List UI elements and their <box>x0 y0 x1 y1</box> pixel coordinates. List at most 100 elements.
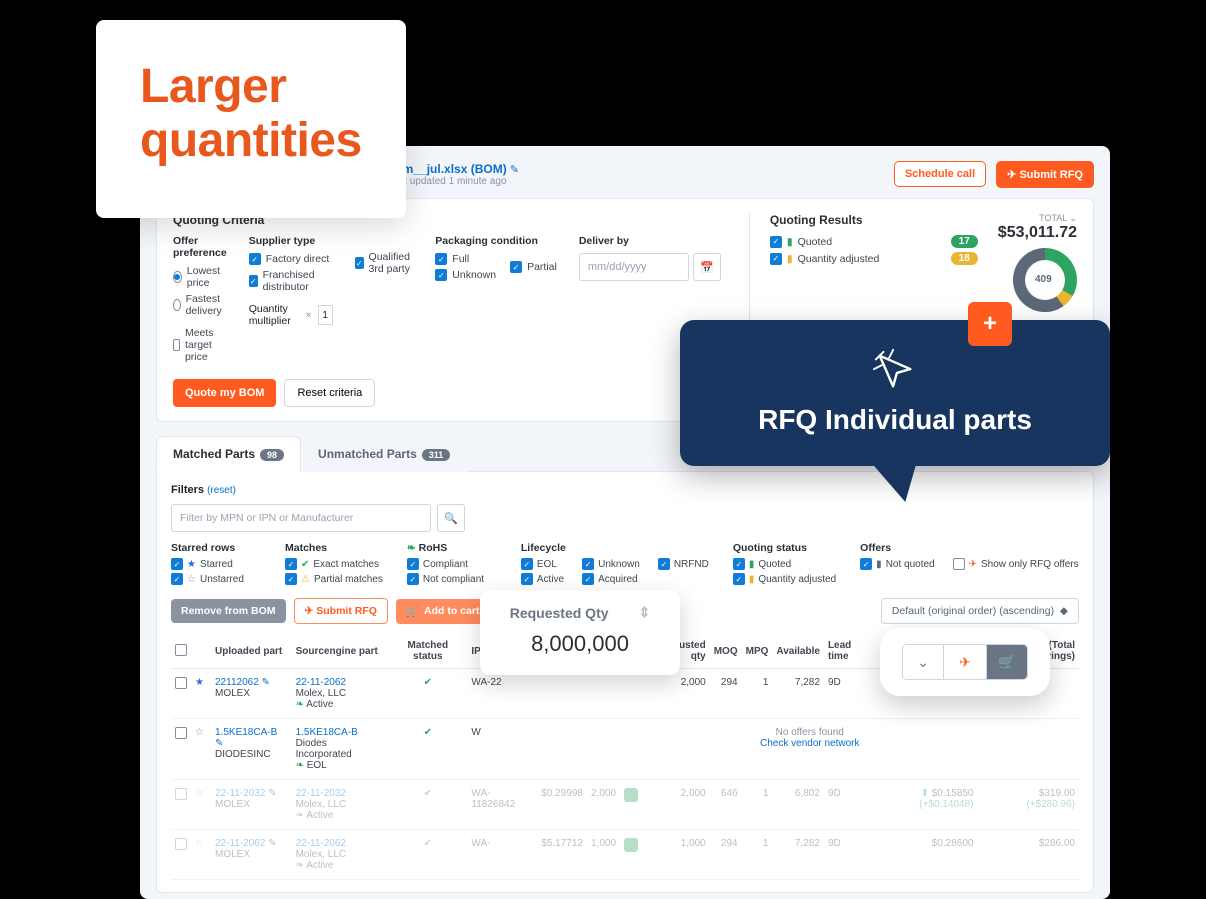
filter-compliant[interactable]: ✓Compliant <box>407 558 497 570</box>
meets-target-checkbox[interactable]: Meets target price <box>173 327 227 363</box>
result-quoted[interactable]: ✓▮Quoted17 <box>770 235 978 248</box>
file-subtext: Last updated 1 minute ago <box>388 176 519 187</box>
table-row: ☆ 22-11-2032 ✎MOLEX 22-11-2032Molex, LLC… <box>171 780 1079 830</box>
col-moq[interactable]: MOQ <box>710 634 742 669</box>
no-offers-text: No offers found <box>776 727 844 738</box>
qty-multiplier: Quantity multiplier× 1 <box>249 303 333 327</box>
submit-rfq-button[interactable]: ✈ Submit RFQ <box>996 161 1094 188</box>
sort-icon[interactable]: ⇕ <box>639 604 651 621</box>
file-info: bom__jul.xlsx (BOM) ✎ Last updated 1 min… <box>388 162 519 187</box>
row-checkbox[interactable] <box>175 677 187 689</box>
app-window: Q Quotengine Results bom__jul.xlsx (BOM)… <box>140 146 1110 899</box>
filters-reset-link[interactable]: (reset) <box>207 485 236 496</box>
rfq-send-icon[interactable]: ✈ <box>944 644 986 680</box>
result-qty-adj[interactable]: ✓▮Quantity adjusted18 <box>770 252 978 265</box>
row-action-pill: ⌄ ✈ 🛒 <box>880 628 1050 696</box>
star-icon[interactable]: ★ <box>195 677 204 688</box>
deliver-by-label: Deliver by <box>579 235 721 247</box>
facet-starred-label: Starred rows <box>171 542 261 554</box>
col-uploaded[interactable]: Uploaded part <box>211 634 292 669</box>
plus-icon: + <box>968 302 1012 346</box>
supplier-type-label: Supplier type <box>249 235 333 247</box>
packaging-label: Packaging condition <box>435 235 557 247</box>
facet-row: Starred rows ✓★Starred ✓☆Unstarred Match… <box>171 542 1079 588</box>
reqqty-value: 8,000,000 <box>500 631 660 657</box>
filter-qtyadj[interactable]: ✓▮Quantity adjusted <box>733 573 836 585</box>
tab-unmatched[interactable]: Unmatched Parts311 <box>301 436 467 472</box>
callout-text: RFQ Individual parts <box>710 404 1080 436</box>
filter-partial[interactable]: ✓⚠Partial matches <box>285 573 383 585</box>
col-sourcengine[interactable]: Sourcengine part <box>292 634 389 669</box>
send-icon: ✈ <box>305 605 314 617</box>
hero-title: Largerquantities <box>140 60 362 168</box>
filter-unknown[interactable]: ✓Unknown <box>582 558 640 570</box>
facet-offers-label: Offers <box>860 542 1078 554</box>
chevron-down-icon[interactable]: ⌄ <box>902 644 944 680</box>
remove-from-bom-button[interactable]: Remove from BOM <box>171 599 286 623</box>
source-pn[interactable]: 22-11-2062 <box>296 677 346 688</box>
search-icon[interactable]: 🔍 <box>437 504 465 532</box>
offer-pref-label: Offer preference <box>173 235 227 259</box>
facet-rohs-label: ❧ RoHS <box>407 542 497 554</box>
calendar-icon[interactable]: 📅 <box>693 253 721 281</box>
select-all-checkbox[interactable] <box>175 644 187 656</box>
send-icon: ✈ <box>1007 169 1016 181</box>
search-input[interactable]: Filter by MPN or IPN or Manufacturer <box>171 504 431 532</box>
cursor-icon <box>872 348 918 394</box>
hero-card: Largerquantities <box>96 20 406 218</box>
pkg-unknown-checkbox[interactable]: ✓Unknown <box>435 269 496 281</box>
table-row: ☆ 1.5KE18CA-B ✎DIODESINC 1.5KE18CA-BDiod… <box>171 719 1079 780</box>
sort-select[interactable]: Default (original order) (ascending) ◆ <box>881 598 1079 624</box>
donut-center: 409 <box>1035 274 1052 285</box>
filter-not-quoted[interactable]: ✓▮Not quoted <box>860 558 934 570</box>
pkg-partial-checkbox[interactable]: ✓Partial <box>510 253 557 281</box>
lowest-price-radio[interactable]: Lowest price <box>173 265 227 289</box>
row-checkbox[interactable] <box>175 727 187 739</box>
reqqty-label: Requested Qty⇕ <box>500 604 660 621</box>
qualified-3p-checkbox[interactable]: ✓Qualified 3rd party <box>355 251 413 275</box>
check-vendor-link[interactable]: Check vendor network <box>760 738 860 749</box>
filter-starred[interactable]: ✓★Starred <box>171 558 261 570</box>
total-label: TOTAL ⌄ <box>998 213 1077 224</box>
filter-unstarred[interactable]: ✓☆Unstarred <box>171 573 261 585</box>
add-to-cart-button[interactable]: 🛒Add to cart <box>396 599 490 624</box>
filter-quoted[interactable]: ✓▮Quoted <box>733 558 836 570</box>
table-row: ☆ 22-11-2062 ✎MOLEX 22-11-2062Molex, LLC… <box>171 830 1079 880</box>
franchised-checkbox[interactable]: ✓Franchised distributor <box>249 269 333 293</box>
edit-icon[interactable]: ✎ <box>510 164 519 176</box>
filter-exact[interactable]: ✓✔Exact matches <box>285 558 383 570</box>
col-mpq[interactable]: MPQ <box>742 634 773 669</box>
filter-not-compliant[interactable]: ✓Not compliant <box>407 573 497 585</box>
uploaded-pn[interactable]: 22112062 <box>215 677 259 688</box>
qty-multiplier-input[interactable]: 1 <box>318 305 333 325</box>
factory-direct-checkbox[interactable]: ✓Factory direct <box>249 253 333 265</box>
callout-rfq-parts: + RFQ Individual parts <box>680 320 1110 466</box>
tab-matched[interactable]: Matched Parts98 <box>156 436 301 472</box>
requested-qty-popover: Requested Qty⇕ 8,000,000 <box>480 590 680 675</box>
filter-nrfnd[interactable]: ✓NRFND <box>658 558 709 570</box>
cart-icon[interactable]: 🛒 <box>986 644 1028 680</box>
submit-rfq-bulk-button[interactable]: ✈ Submit RFQ <box>294 598 388 624</box>
deliver-by-input[interactable]: mm/dd/yyyy <box>579 253 689 281</box>
facet-matches-label: Matches <box>285 542 383 554</box>
file-name-link[interactable]: bom__jul.xlsx (BOM) <box>388 162 507 176</box>
cart-icon: 🛒 <box>406 605 419 618</box>
facet-lifecycle-label: Lifecycle <box>521 542 709 554</box>
filter-active[interactable]: ✓Active <box>521 573 564 585</box>
fastest-delivery-radio[interactable]: Fastest delivery <box>173 293 227 317</box>
total-value: $53,011.72 <box>998 224 1077 242</box>
filters-title: Filters (reset) <box>171 484 1079 496</box>
filter-only-rfq[interactable]: ✈Show only RFQ offers <box>953 558 1079 570</box>
schedule-call-button[interactable]: Schedule call <box>894 161 986 187</box>
star-icon[interactable]: ☆ <box>195 727 204 738</box>
facet-qstatus-label: Quoting status <box>733 542 836 554</box>
filter-acquired[interactable]: ✓Acquired <box>582 573 640 585</box>
reset-criteria-button[interactable]: Reset criteria <box>284 379 375 407</box>
pkg-full-checkbox[interactable]: ✓Full <box>435 253 496 265</box>
filter-eol[interactable]: ✓EOL <box>521 558 564 570</box>
col-matched[interactable]: Matched status <box>388 634 467 669</box>
results-title: Quoting Results <box>770 213 978 227</box>
col-lead[interactable]: Lead time <box>824 634 878 669</box>
col-avail[interactable]: Available <box>772 634 824 669</box>
quote-bom-button[interactable]: Quote my BOM <box>173 379 276 407</box>
